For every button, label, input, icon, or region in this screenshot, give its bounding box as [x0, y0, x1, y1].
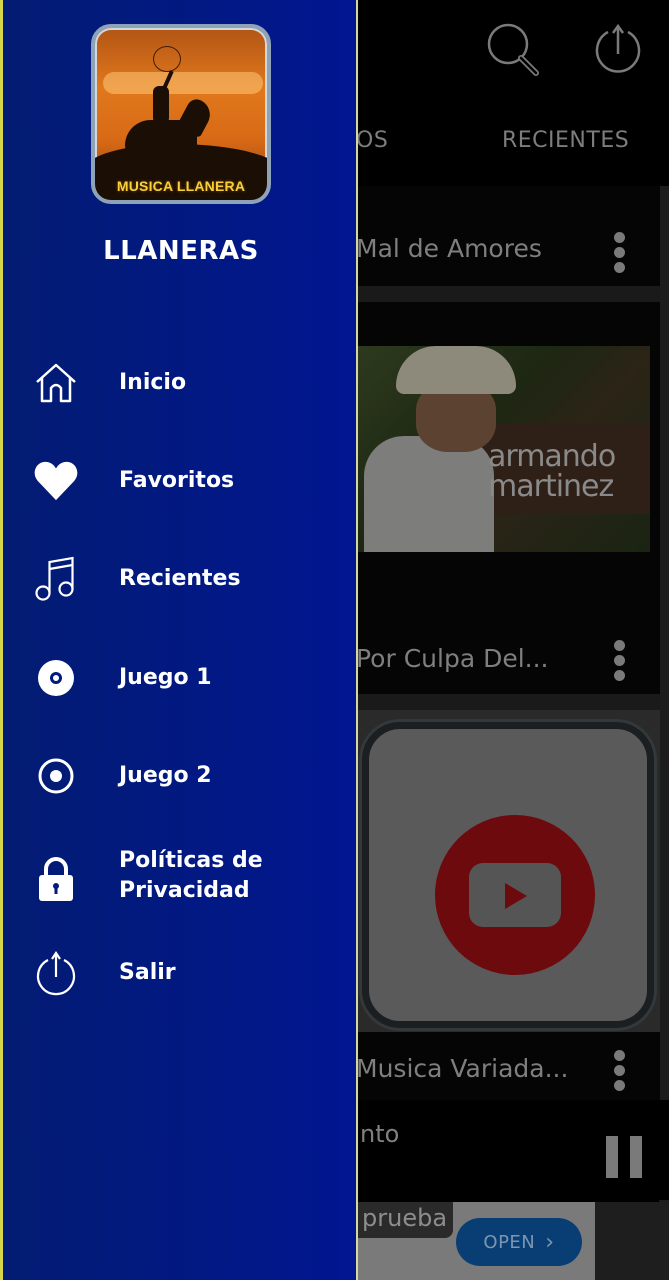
thumbnail-hat	[396, 346, 516, 394]
ad-open-button[interactable]: OPEN ›	[456, 1218, 582, 1266]
menu-label: Juego 1	[119, 665, 212, 690]
menu-item-inicio[interactable]: Inicio	[3, 348, 357, 418]
dot-icon	[613, 1065, 625, 1076]
pause-button[interactable]	[606, 1136, 642, 1178]
track-title: Musica Variada...	[356, 1054, 569, 1083]
menu-label: Favoritos	[119, 468, 235, 493]
radio-button-icon	[33, 753, 79, 799]
lock-icon	[33, 856, 79, 902]
dot-icon	[613, 670, 625, 681]
tab-favoritos[interactable]: OS	[356, 128, 388, 153]
drawer-title: LLANERAS	[103, 236, 259, 266]
menu-item-salir[interactable]: Salir	[3, 938, 357, 1008]
pause-icon	[630, 1136, 642, 1178]
logo-lasso	[153, 46, 181, 72]
dot-icon	[613, 1080, 625, 1091]
thumbnail-figure	[364, 436, 494, 552]
dot-icon	[613, 232, 625, 243]
ad-side-panel	[595, 1202, 669, 1280]
dot-icon	[613, 640, 625, 651]
dot-icon	[613, 262, 625, 273]
menu-label: Políticas de Privacidad	[119, 846, 263, 906]
menu-item-politicas-de-privacidad[interactable]: Políticas de Privacidad	[3, 842, 357, 922]
menu-item-favoritos[interactable]: Favoritos	[3, 446, 357, 516]
more-options-button[interactable]	[612, 1050, 626, 1094]
logo-text: MUSICA LLANERA	[116, 178, 246, 194]
home-icon	[33, 360, 79, 406]
menu-label-line: Políticas de	[119, 848, 263, 873]
dot-icon	[613, 655, 625, 666]
menu-label: Inicio	[119, 370, 187, 395]
app-logo: MUSICA LLANERA	[91, 24, 271, 204]
ad-open-label: OPEN	[483, 1231, 536, 1253]
chevron-right-icon: ›	[545, 1229, 555, 1255]
heart-icon	[33, 458, 79, 504]
logo-cloud	[103, 72, 263, 94]
play-icon	[505, 883, 527, 909]
menu-item-recientes[interactable]: Recientes	[3, 544, 357, 614]
track-title: Mal de Amores	[356, 234, 542, 263]
search-icon	[487, 23, 539, 76]
now-playing-title: nto	[360, 1120, 400, 1148]
navigation-drawer: MUSICA LLANERA LLANERAS Inicio Favoritos	[0, 0, 358, 1280]
scrollbar-track[interactable]	[659, 186, 669, 1206]
pause-icon	[606, 1136, 618, 1178]
thumbnail-text: armando martinez	[488, 439, 616, 504]
search-button[interactable]	[484, 22, 540, 78]
menu-label-line: Privacidad	[119, 878, 250, 903]
exit-button[interactable]	[590, 22, 646, 78]
menu-item-juego-2[interactable]: Juego 2	[3, 741, 357, 811]
dot-icon	[613, 247, 625, 258]
dot-icon	[613, 1050, 625, 1061]
track-title: Por Culpa Del...	[356, 644, 549, 673]
track-thumbnail: armando martinez	[356, 346, 650, 552]
more-options-button[interactable]	[612, 640, 626, 684]
menu-item-juego-1[interactable]: Juego 1	[3, 643, 357, 713]
logo-rider	[153, 86, 169, 124]
track-thumbnail	[356, 710, 660, 1032]
power-icon	[595, 23, 641, 73]
ad-label: prueba	[356, 1202, 454, 1238]
youtube-logo	[362, 722, 654, 1028]
menu-label: Salir	[119, 960, 176, 985]
youtube-circle	[435, 815, 595, 975]
power-icon	[33, 950, 79, 996]
disc-icon	[33, 655, 79, 701]
music-note-icon	[33, 556, 79, 602]
youtube-play-box	[469, 863, 561, 927]
menu-label: Juego 2	[119, 763, 212, 788]
more-options-button[interactable]	[612, 232, 626, 276]
tab-recientes[interactable]: RECIENTES	[502, 128, 629, 153]
menu-label: Recientes	[119, 566, 241, 591]
